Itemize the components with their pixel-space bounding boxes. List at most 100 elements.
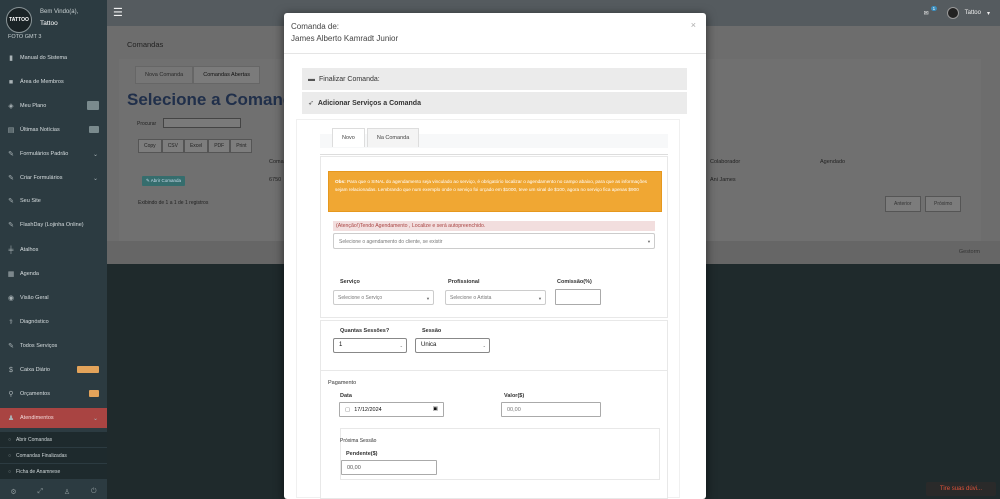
dollar-icon: $	[9, 366, 13, 374]
cell-colaborador: Ani James	[710, 177, 736, 183]
sidebar-item-orcamentos[interactable]: ⚲ Orçamentos	[0, 384, 107, 404]
sessoes-select[interactable]: 1 ⌄	[333, 338, 407, 353]
calendar-icon: ▦	[7, 271, 15, 278]
caixa-badge	[77, 366, 99, 373]
excel-button[interactable]: Excel	[183, 139, 209, 153]
divider	[284, 53, 706, 54]
search-label: Procurar	[137, 121, 157, 127]
bg-tabs: Nova Comanda Comandas Abertas	[135, 66, 260, 84]
comissao-input[interactable]	[555, 289, 601, 305]
welcome-text: Bem Vindo(a),	[40, 9, 79, 15]
calendar-picker-icon[interactable]: ▣	[433, 406, 438, 412]
sidebar-item-agenda[interactable]: ▦ Agenda	[0, 264, 107, 284]
page-title: Comandas	[127, 40, 164, 49]
pin-icon: ⚲	[8, 391, 14, 398]
finalizar-comanda-section[interactable]: ▬ Finalizar Comanda:	[302, 68, 687, 90]
wrench-icon: ✎	[8, 343, 14, 350]
sidebar-item-membros[interactable]: ■ Área de Membros	[0, 72, 107, 92]
chevron-down-icon: ▾	[986, 10, 990, 17]
caret-down-icon: ▼	[647, 239, 651, 244]
csv-button[interactable]: CSV	[161, 139, 184, 153]
data-input[interactable]: ▢ 17/12/2024 ▣	[339, 402, 444, 417]
comissao-label: Comissão(%)	[557, 279, 592, 285]
sessao-select[interactable]: Unica ⌄	[415, 338, 490, 353]
col-header-colaborador: Colaborador	[710, 159, 741, 165]
copy-button[interactable]: Copy	[138, 139, 162, 153]
sidebar-footer: ⚙ ⤢ ♙ ⏻	[0, 485, 107, 499]
chevron-down-icon: ⌄	[92, 175, 98, 182]
sidebar-item-atendimentos[interactable]: ♟ Atendimentos ⌄	[0, 408, 107, 428]
user-menu[interactable]: Tattoo	[965, 10, 981, 16]
services-tabs: Novo Na Comanda	[332, 128, 421, 147]
pdf-button[interactable]: PDF	[208, 139, 231, 153]
valor-input[interactable]: 00,00	[501, 402, 601, 417]
table-info: Exibindo de 1 a 1 de 1 registros	[138, 200, 209, 206]
sidebar: TATTOO Bem Vindo(a), Tattoo FOTO GMT 3 ▮…	[0, 0, 107, 499]
help-chat-button[interactable]: Tire suas dúvi...	[926, 482, 996, 496]
sidebar-item-servicos[interactable]: ✎ Todos Serviços	[0, 336, 107, 356]
sessao-label: Sessão	[422, 328, 442, 334]
col-header-comanda: Coma	[269, 159, 284, 165]
next-button[interactable]: Próximo	[925, 196, 962, 212]
search-input[interactable]	[163, 118, 241, 128]
sidebar-item-atalhos[interactable]: ╪ Atalhos	[0, 240, 107, 260]
caret-down-icon: ▼	[538, 296, 542, 301]
wrench-icon: ✎	[8, 198, 14, 205]
print-button[interactable]: Print	[230, 139, 253, 153]
notifications-icon[interactable]: ✉ 1	[924, 5, 938, 17]
user-panel: TATTOO Bem Vindo(a), Tattoo FOTO GMT 3	[0, 0, 107, 46]
foto-text: FOTO GMT 3	[8, 34, 42, 40]
pendente-input[interactable]: 00,00	[341, 460, 437, 475]
abrir-comanda-button[interactable]: ✎ Abrir Comanda	[142, 176, 186, 186]
video-icon: ■	[8, 78, 14, 86]
circle-icon: ○	[8, 468, 12, 475]
bg-heading: Selecione a Comand	[127, 90, 294, 109]
orcamentos-badge	[89, 390, 99, 397]
tab-novo[interactable]: Novo	[332, 128, 365, 147]
sidebar-subitem-anamnese[interactable]: ○ Ficha de Anamnese	[0, 464, 107, 479]
warning-label: (Atenção!)Tendo Agendamento , Localize e…	[333, 221, 655, 231]
col-header-agendado: Agendado	[820, 159, 846, 165]
sidebar-item-noticias[interactable]: ▤ Últimas Notícias	[0, 120, 107, 140]
previous-button[interactable]: Anterior	[885, 196, 921, 212]
signpost-icon: ╪	[8, 246, 14, 254]
money-icon: ▬	[308, 75, 315, 83]
sidebar-item-criar-formularios[interactable]: ✎ Criar Formulários ⌄	[0, 168, 107, 188]
chevron-down-icon: ⌄	[482, 343, 486, 348]
data-label: Data	[340, 393, 352, 399]
sidebar-subitem-abrir[interactable]: ○ Abrir Comandas	[0, 432, 107, 447]
wrench-icon: ✎	[8, 222, 14, 229]
sidebar-item-plano[interactable]: ◈ Meu Plano	[0, 96, 107, 116]
brand-logo: TATTOO	[6, 7, 32, 33]
lock-icon[interactable]: ♙	[64, 488, 70, 496]
gear-icon[interactable]: ⚙	[10, 488, 16, 496]
export-buttons: Copy CSV Excel PDF Print	[138, 139, 253, 153]
servico-select[interactable]: Selecione o Serviço ▼	[333, 290, 434, 305]
wrench-icon: ✎	[8, 175, 14, 182]
sidebar-item-flashday[interactable]: ✎ FlashDay (Lojinha Online)	[0, 215, 107, 235]
tab-na-comanda[interactable]: Na Comanda	[366, 128, 420, 147]
profissional-select[interactable]: Selecione o Artista ▼	[445, 290, 546, 305]
power-icon[interactable]: ⏻	[91, 488, 97, 496]
sidebar-item-formularios-padrao[interactable]: ✎ Formulários Padrão ⌄	[0, 144, 107, 164]
fullscreen-icon[interactable]: ⤢	[38, 488, 44, 496]
tab-comandas-abertas[interactable]: Comandas Abertas	[193, 66, 260, 84]
servico-label: Serviço	[340, 279, 360, 285]
avatar[interactable]	[946, 7, 959, 19]
navbar-right: ✉ 1 Tattoo ▾	[924, 5, 990, 19]
agendamento-select[interactable]: Selecione o agendamento do cliente, se e…	[333, 233, 655, 249]
sidebar-item-visao-geral[interactable]: ◉ Visão Geral	[0, 288, 107, 308]
close-icon[interactable]: ×	[691, 20, 696, 30]
sidebar-subitem-finalizadas[interactable]: ○ Comandas Finalizadas	[0, 448, 107, 463]
adicionar-servicos-section[interactable]: ➶ Adicionar Serviços a Comanda	[302, 92, 687, 114]
menu-toggle-icon[interactable]: ☰	[113, 6, 123, 19]
sidebar-item-diagnostico[interactable]: ⚕ Diagnóstico	[0, 312, 107, 332]
sidebar-item-site[interactable]: ✎ Seu Site	[0, 191, 107, 211]
tab-divider	[320, 154, 668, 155]
news-icon: ▤	[7, 127, 15, 134]
tab-nova-comanda[interactable]: Nova Comanda	[135, 66, 194, 84]
sidebar-item-manual[interactable]: ▮ Manual do Sistema	[0, 48, 107, 68]
eye-icon: ◉	[7, 295, 15, 302]
news-badge	[89, 126, 99, 133]
sidebar-item-caixa[interactable]: $ Caixa Diário	[0, 360, 107, 380]
